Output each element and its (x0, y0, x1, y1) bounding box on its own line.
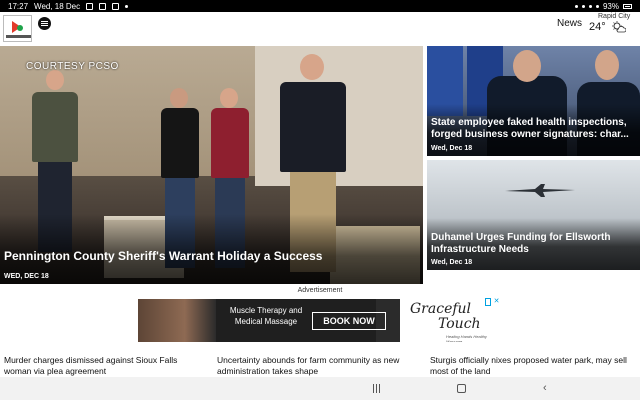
app-header: News Rapid City 24° (0, 12, 640, 44)
story-image-person (513, 50, 541, 82)
partly-sunny-icon (612, 21, 626, 33)
ad-banner[interactable]: Muscle Therapy and Medical Massage BOOK … (138, 299, 502, 342)
hero-story[interactable]: COURTESY PCSO Pennington County Sheriff'… (0, 46, 423, 284)
story-image-person (595, 50, 619, 80)
ad-photo (138, 299, 216, 342)
status-date: Wed, 18 Dec (34, 1, 81, 11)
status-time: 17:27 (8, 1, 29, 11)
signal-icon (595, 4, 599, 8)
battery-icon (623, 3, 632, 9)
headline-link[interactable]: Murder charges dismissed against Sioux F… (4, 355, 204, 377)
side-story-date: Wed, Dec 18 (431, 145, 473, 152)
side-story[interactable]: State employee faked health inspections,… (427, 46, 640, 156)
ad-text: Muscle Therapy and Medical Massage (229, 306, 303, 326)
app-screen: 17:27 Wed, 18 Dec 93% News Rapid City 24… (0, 0, 640, 400)
back-icon[interactable]: ‹ (543, 383, 547, 394)
story-image-jet (505, 184, 575, 197)
ad-label: Advertisement (297, 287, 343, 294)
ad-close-icon[interactable]: ✕ (491, 298, 502, 306)
news-nav-link[interactable]: News (557, 18, 582, 29)
app-logo[interactable] (3, 15, 32, 42)
wifi-icon (588, 4, 592, 8)
logo-dot-icon (17, 25, 23, 31)
hero-date: WED, DEC 18 (4, 273, 49, 280)
ad-tagline: Healing Hands Healthy Massage (446, 334, 487, 342)
home-icon[interactable] (457, 384, 466, 393)
ad-book-now-button[interactable]: BOOK NOW (312, 312, 386, 330)
ad-brand-name: Touch (438, 316, 481, 332)
hero-photo-credit: COURTESY PCSO (26, 61, 119, 72)
mail-icon (99, 2, 107, 10)
logo-wordmark (6, 35, 31, 38)
side-story-date: Wed, Dec 18 (431, 259, 473, 266)
hero-headline[interactable]: Pennington County Sheriff's Warrant Holi… (4, 249, 322, 263)
menu-icon-line (41, 23, 48, 24)
battery-percent: 93% (602, 1, 619, 11)
status-bar: 17:27 Wed, 18 Dec 93% (0, 0, 640, 12)
bluetooth-icon (581, 4, 585, 8)
message-icon (86, 2, 94, 10)
mute-icon (574, 4, 578, 8)
recents-icon[interactable] (372, 384, 381, 393)
system-nav-bar: ‹ (0, 377, 640, 400)
side-story-headline[interactable]: State employee faked health inspections,… (431, 117, 639, 141)
side-story-headline[interactable]: Duhamel Urges Funding for Ellsworth Infr… (431, 232, 639, 256)
menu-icon-line (41, 25, 48, 26)
headline-link[interactable]: Sturgis officially nixes proposed water … (430, 355, 630, 377)
menu-button[interactable] (38, 17, 51, 30)
weather-temperature[interactable]: 24° (589, 21, 606, 33)
more-notifications-icon (125, 4, 129, 8)
headline-link[interactable]: Uncertainty abounds for farm community a… (217, 355, 417, 377)
menu-icon-line (41, 21, 48, 22)
ad-brand-name: Graceful (410, 301, 472, 317)
notification-icon (112, 2, 120, 10)
side-story[interactable]: Duhamel Urges Funding for Ellsworth Infr… (427, 160, 640, 270)
weather-city[interactable]: Rapid City (598, 13, 630, 20)
